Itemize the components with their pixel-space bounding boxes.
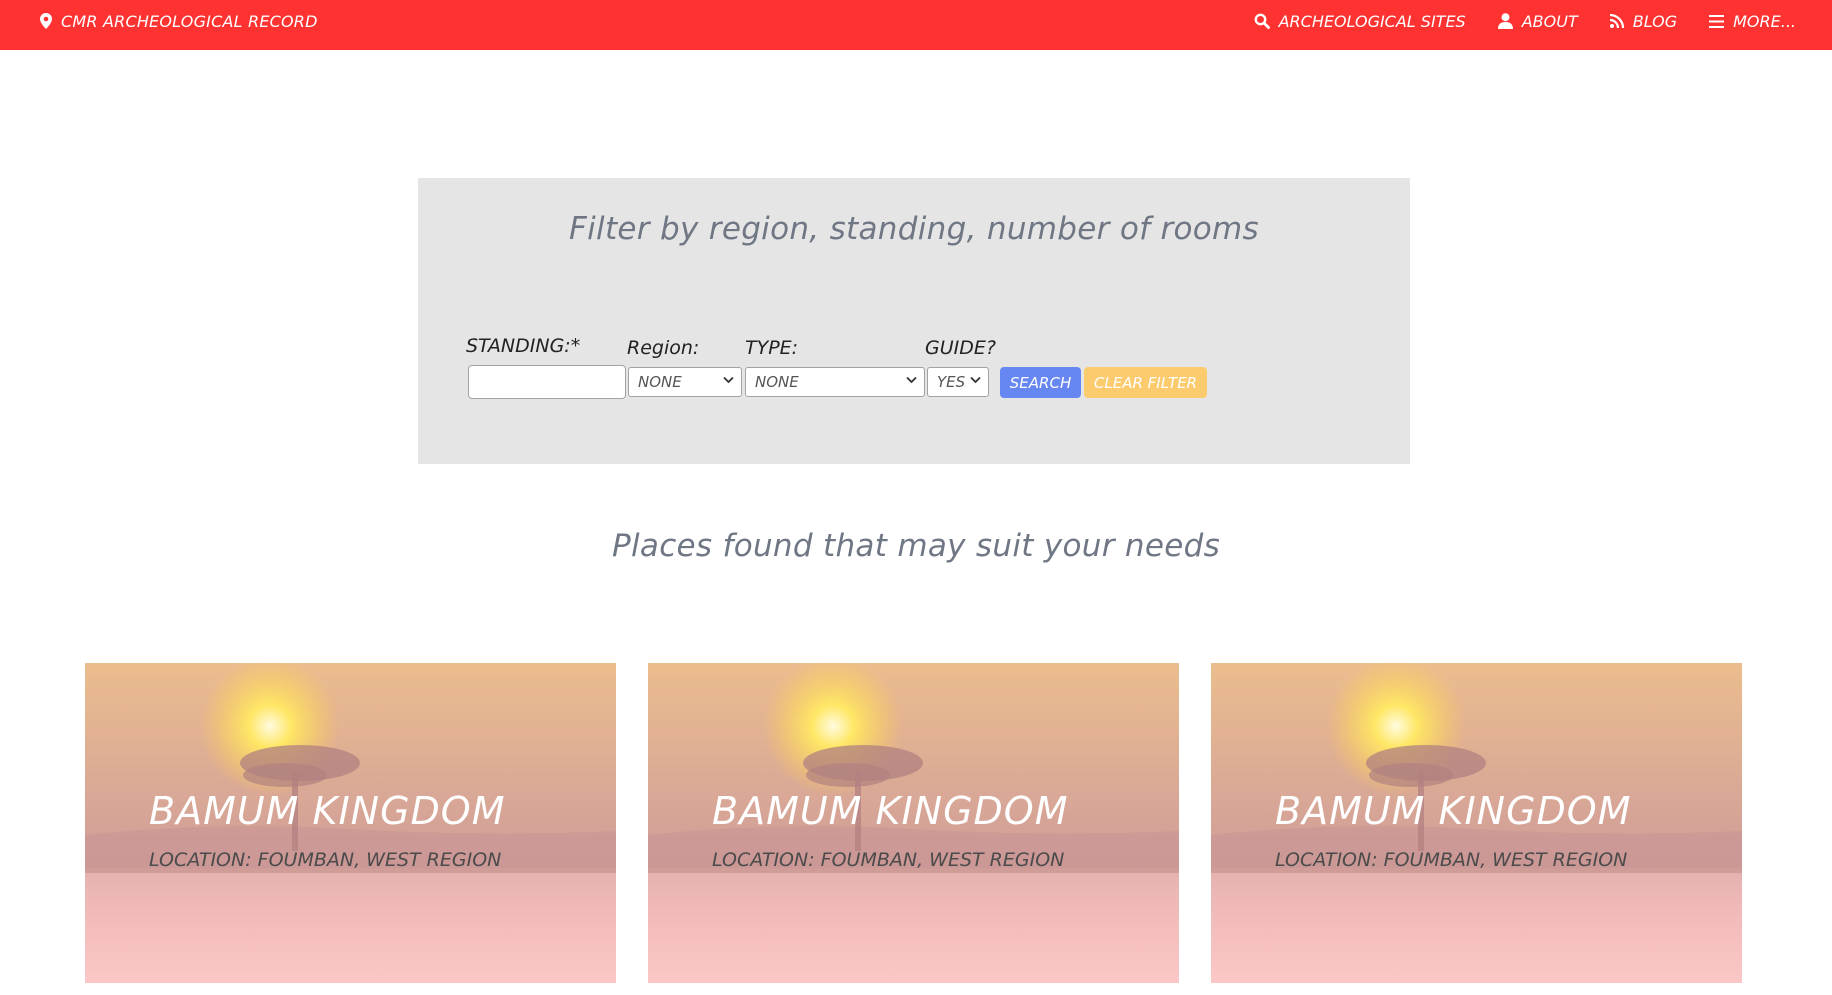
brand-title: CMR ARCHEOLOGICAL RECORD — [61, 11, 318, 31]
region-select[interactable]: NONE — [628, 367, 742, 397]
guide-select[interactable]: YES — [927, 367, 989, 397]
filter-title: Filter by region, standing, number of ro… — [569, 211, 1259, 247]
nav-item-more[interactable]: MORE... — [1709, 12, 1796, 31]
type-select-value: NONE — [755, 373, 799, 391]
rss-icon — [1609, 14, 1624, 28]
user-icon — [1497, 13, 1513, 29]
result-card[interactable]: BAMUM KINGDOM LOCATION: FOUMBAN, WEST RE… — [85, 663, 616, 983]
region-label: Region: — [627, 337, 700, 359]
brand-link[interactable]: CMR ARCHEOLOGICAL RECORD — [40, 0, 318, 42]
nav-item-blog[interactable]: BLOG — [1609, 11, 1678, 31]
chevron-down-icon — [970, 376, 981, 384]
search-button[interactable]: SEARCH — [1000, 367, 1081, 398]
result-card[interactable]: BAMUM KINGDOM LOCATION: FOUMBAN, WEST RE… — [1211, 663, 1742, 983]
card-location: LOCATION: FOUMBAN, WEST REGION — [712, 849, 1065, 871]
hamburger-menu-icon — [1709, 14, 1725, 28]
map-marker-icon — [40, 13, 52, 29]
region-select-value: NONE — [638, 373, 682, 391]
standing-input[interactable] — [468, 365, 626, 399]
chevron-down-icon — [723, 376, 734, 384]
results-heading: Places found that may suit your needs — [611, 528, 1221, 564]
standing-label: STANDING:* — [466, 335, 581, 357]
clear-filter-button[interactable]: CLEAR FILTER — [1084, 367, 1207, 398]
chevron-down-icon — [906, 376, 917, 384]
nav-item-about[interactable]: ABOUT — [1497, 11, 1578, 31]
card-title: BAMUM KINGDOM — [1275, 789, 1632, 833]
card-location: LOCATION: FOUMBAN, WEST REGION — [149, 849, 502, 871]
top-navbar: CMR ARCHEOLOGICAL RECORD ARCHEOLOGICAL S… — [0, 0, 1832, 50]
nav-item-label: ARCHEOLOGICAL SITES — [1278, 11, 1466, 31]
type-select[interactable]: NONE — [745, 367, 925, 397]
nav-menu: ARCHEOLOGICAL SITES ABOUT BLOG MORE... — [1254, 0, 1796, 42]
filter-panel: Filter by region, standing, number of ro… — [418, 178, 1410, 464]
card-title: BAMUM KINGDOM — [712, 789, 1069, 833]
nav-item-label: MORE... — [1733, 11, 1796, 31]
card-title: BAMUM KINGDOM — [149, 789, 506, 833]
type-label: TYPE: — [745, 337, 799, 359]
nav-item-label: ABOUT — [1521, 11, 1578, 31]
guide-select-value: YES — [937, 373, 966, 391]
nav-item-archeological-sites[interactable]: ARCHEOLOGICAL SITES — [1254, 12, 1466, 31]
search-icon — [1254, 13, 1270, 29]
result-card[interactable]: BAMUM KINGDOM LOCATION: FOUMBAN, WEST RE… — [648, 663, 1179, 983]
card-location: LOCATION: FOUMBAN, WEST REGION — [1275, 849, 1628, 871]
nav-item-label: BLOG — [1632, 11, 1678, 31]
guide-label: GUIDE? — [925, 337, 996, 359]
